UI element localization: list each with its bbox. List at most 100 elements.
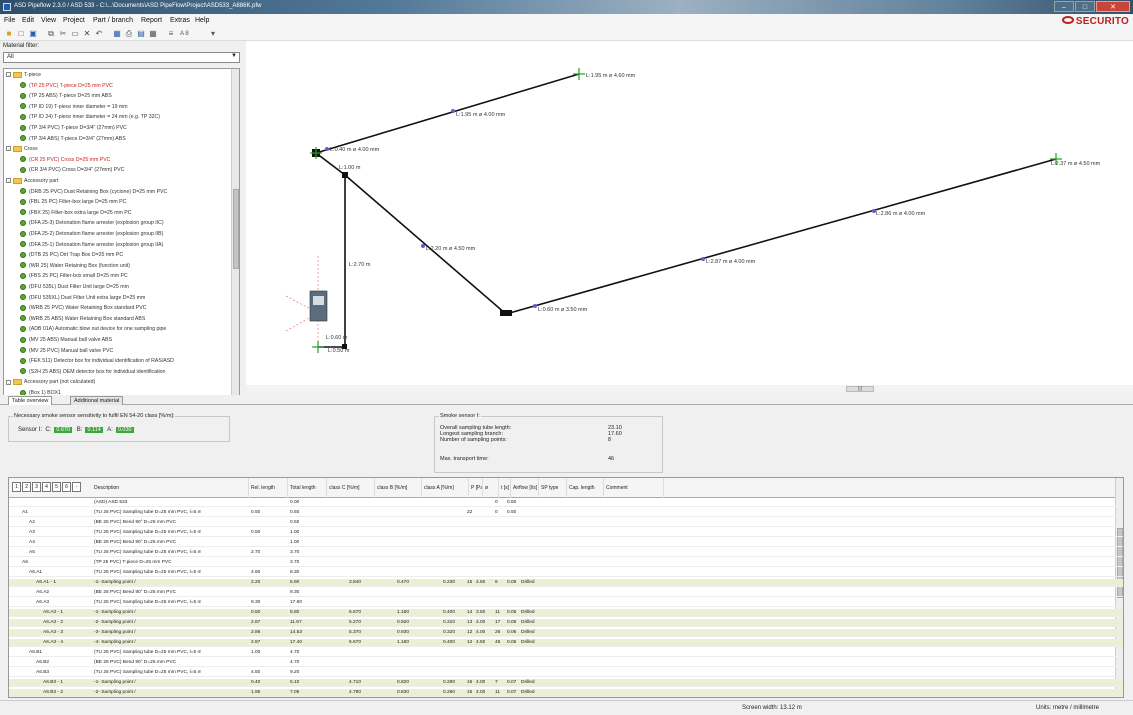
tree-item[interactable]: (TP ID 24) T-piece inner diameter = 24 m…	[20, 113, 160, 122]
tree-item[interactable]: (TP 25 ABS) T-piece D=25 mm ABS	[20, 92, 112, 101]
table-row[interactable]: A6.B1 (TU 25 PVC) Sampling tube D=25 mm P…	[9, 649, 1123, 657]
t-piece-fitting[interactable]	[342, 172, 348, 178]
table-row[interactable]: A6.A3 - 3 -3- Sampling point / 2.86 14.53 5.…	[9, 629, 1123, 637]
table-row[interactable]: A6.A3 - 4 -4- Sampling point / 2.87 17.40 6.…	[9, 639, 1123, 647]
tree-item[interactable]: (S2H 25 ABS) OEM detector box for indivi…	[20, 368, 165, 377]
table-row[interactable]: A6.A1 (TU 25 PVC) Sampling tube D=25 mm P…	[9, 569, 1123, 577]
column-header[interactable]: Comment	[604, 478, 664, 498]
sampling-point-marker[interactable]	[325, 147, 329, 151]
column-header[interactable]: ø	[483, 478, 499, 498]
level-button[interactable]: 5	[52, 482, 61, 492]
tree-item[interactable]: (FEK 511) Detector box for individual id…	[20, 357, 174, 366]
sampling-point-marker[interactable]	[533, 304, 537, 308]
column-header[interactable]: P [Pa]	[469, 478, 483, 498]
table-row[interactable]: A6.B3 - 2 -2- Sampling point / 1.95 7.05 4.7…	[9, 689, 1123, 697]
tree-item[interactable]: (WRB 25 ABS) Water Retaining Box standar…	[20, 315, 145, 324]
zoom-label[interactable]: A 8	[180, 29, 189, 39]
menu-extras[interactable]: Extras	[170, 17, 190, 24]
new-file-icon[interactable]: □	[16, 29, 26, 39]
tree-folder[interactable]: - T-piece	[6, 71, 41, 80]
tab-additional-material[interactable]: Additional material	[70, 396, 124, 405]
table-row[interactable]: A4 (BE 25 PVC) Bend 90° D=25 mm PVC 1.00	[9, 539, 1123, 547]
tree-item[interactable]: (TP 25 PVC) T-piece D=25 mm PVC	[20, 82, 113, 91]
tree-folder[interactable]: - Accessory part	[6, 177, 58, 186]
tree-item[interactable]: (DTB 25 PC) Dirt Trap Box D=25 mm PC	[20, 251, 123, 260]
column-header[interactable]: Total length	[288, 478, 327, 498]
print-icon[interactable]: ⎙	[124, 29, 134, 39]
tree-item[interactable]: (WR 25) Water Retaining Box (function un…	[20, 262, 130, 271]
column-header[interactable]: class C [%/m]	[327, 478, 375, 498]
table-row[interactable]: A6.B2 (BE 25 PVC) Bend 90° D=25 mm PVC 4.7…	[9, 659, 1123, 667]
menu-help[interactable]: Help	[195, 17, 209, 24]
tree-item[interactable]: (MV 25 ABS) Manual ball valve ABS	[20, 336, 112, 345]
column-header[interactable]: class B [%/m]	[375, 478, 422, 498]
close-button[interactable]: ✕	[1096, 1, 1130, 12]
tree-item[interactable]: (DFU 535XL) Dust Filter Unit extra large…	[20, 294, 145, 303]
table-row[interactable]: A6.A3 - 2 -2- Sampling point / 2.87 11.67 5.…	[9, 619, 1123, 627]
tree-item[interactable]: (FBS 25 PC) Filter-box small D=25 mm PC	[20, 272, 128, 281]
menu-edit[interactable]: Edit	[22, 17, 34, 24]
table-row[interactable]: A2 (BE 25 PVC) Bend 90° D=25 mm PVC 0.50	[9, 519, 1123, 527]
canvas-horizontal-scrollbar[interactable]: |||	[246, 385, 1133, 393]
menu-project[interactable]: Project	[63, 17, 85, 24]
tree-item[interactable]: (TP 3/4 PVC) T-piece D=3/4" (27mm) PVC	[20, 124, 127, 133]
tree-item[interactable]: (DFA 25-2) Detonation flame arrester (ex…	[20, 230, 163, 239]
material-filter-select[interactable]: All ▼	[3, 52, 240, 63]
table-row[interactable]: A6 (TP 25 PVC) T-piece D=25 mm PVC 3.70	[9, 559, 1123, 567]
tree-item[interactable]: (CR 3/4 PVC) Cross D=3/4" (27mm) PVC	[20, 166, 124, 175]
table-row[interactable]: A3 (TU 25 PVC) Sampling tube D=25 mm PVC,…	[9, 529, 1123, 537]
menu-report[interactable]: Report	[141, 17, 162, 24]
bend-fitting-2[interactable]	[500, 310, 512, 316]
tree-item[interactable]: (DFA 25-3) Detonation flame arrester (ex…	[20, 219, 164, 228]
level-button[interactable]: 4	[42, 482, 51, 492]
menu-view[interactable]: View	[41, 17, 56, 24]
collapse-icon[interactable]: -	[6, 72, 11, 78]
table-row[interactable]: A1 (TU 25 PVC) Sampling tube D=25 mm PVC,…	[9, 509, 1123, 517]
tree-item[interactable]: (TP ID 19) T-piece inner diameter = 19 m…	[20, 103, 128, 112]
copy-icon[interactable]: ⧉	[46, 29, 56, 39]
table-icon[interactable]: ▦	[112, 29, 122, 39]
tree-item[interactable]: (DFA 25-1) Detonation flame arrester (ex…	[20, 241, 163, 250]
level-button[interactable]: 3	[32, 482, 41, 492]
cut-icon[interactable]: ✂	[58, 29, 68, 39]
collapse-icon[interactable]: -	[6, 178, 11, 184]
tree-item[interactable]: (CR 25 PVC) Cross D=25 mm PVC	[20, 156, 110, 165]
tab-table-overview[interactable]: Table overview	[8, 396, 53, 405]
sampling-point-marker[interactable]	[421, 244, 425, 248]
tree-item[interactable]: (WRB 25 PVC) Water Retaining Box standar…	[20, 304, 146, 313]
level-button[interactable]: 1	[12, 482, 21, 492]
minimize-button[interactable]: –	[1054, 1, 1074, 12]
collapse-icon[interactable]: -	[6, 379, 11, 385]
tree-item[interactable]: (TP 3/4 ABS) T-piece D=3/4" (27mm) ABS	[20, 135, 126, 144]
undo-icon[interactable]: ↶	[94, 29, 104, 39]
collapse-icon[interactable]: -	[6, 146, 11, 152]
menu-part-branch[interactable]: Part / branch	[93, 17, 133, 24]
calculate-icon[interactable]: ▦	[148, 29, 158, 39]
save-icon[interactable]: ▣	[28, 29, 38, 39]
maximize-button[interactable]: □	[1075, 1, 1095, 12]
table-row[interactable]: (ASD) ASD 533 0.00 0 0.50	[9, 499, 1123, 507]
tree-scroll-thumb[interactable]	[233, 189, 239, 269]
level-button[interactable]: -	[72, 482, 81, 492]
level-button[interactable]: 2	[22, 482, 31, 492]
tree-folder[interactable]: - Accessory part (not calculated)	[6, 378, 95, 387]
open-folder-icon[interactable]: ■	[4, 29, 14, 39]
tree-folder[interactable]: - Cross	[6, 145, 38, 154]
paste-icon[interactable]: ▭	[70, 29, 80, 39]
tree-item[interactable]: (MV 25 PVC) Manual ball valve PVC	[20, 347, 113, 356]
table-row[interactable]: A6.A2 (BE 25 PVC) Bend 90° D=25 mm PVC 8.3…	[9, 589, 1123, 597]
column-header[interactable]: Cap. length	[567, 478, 604, 498]
column-header[interactable]: class A [%/m]	[422, 478, 469, 498]
tree-item[interactable]: (ADB 01A) Automatic blow out device for …	[20, 325, 166, 334]
column-header[interactable]: t [s]	[499, 478, 511, 498]
tree-item[interactable]: (DRB 25 PVC) Dust Retaining Box (cyclone…	[20, 188, 167, 197]
menu-file[interactable]: File	[4, 17, 15, 24]
column-header[interactable]: Rel. length	[249, 478, 288, 498]
table-row[interactable]: A6.A1 - 1 -1- Sampling point / 2.20 5.90 3.8…	[9, 579, 1123, 587]
format-icon[interactable]: ≡	[166, 29, 176, 39]
column-header[interactable]: SP type	[539, 478, 567, 498]
dropdown-icon[interactable]: ▾	[208, 29, 218, 39]
table-row[interactable]: A6.B3 - 1 -1- Sampling point / 0.40 5.10 4.7…	[9, 679, 1123, 687]
canvas-scroll-thumb[interactable]: |||	[846, 386, 874, 392]
detector-unit[interactable]	[309, 290, 328, 322]
